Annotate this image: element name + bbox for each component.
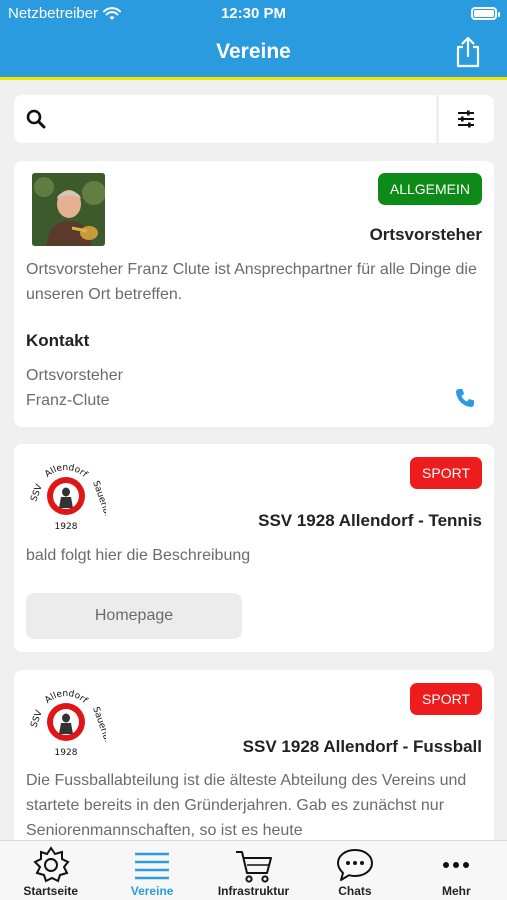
card-description: bald folgt hier die Beschreibung (26, 547, 251, 564)
homepage-button[interactable]: Homepage (26, 593, 242, 639)
card-description: Ortsvorsteher Franz Clute ist Ansprechpa… (26, 261, 477, 303)
tab-label: Infrastruktur (217, 884, 290, 898)
logo-text-bottom: 1928 (55, 748, 78, 758)
category-badge: ALLGEMEIN (377, 173, 482, 205)
category-badge: SPORT (410, 683, 482, 715)
tab-chats[interactable]: Chats (304, 841, 405, 900)
card-description: Die Fussballabteilung ist die älteste Ab… (26, 772, 467, 839)
chat-icon (336, 849, 373, 881)
page-title: Vereine (216, 40, 291, 63)
sliders-icon (458, 110, 474, 128)
clock: 12:30 PM (220, 5, 287, 22)
logo-text-left: SSV (29, 708, 45, 729)
more-icon (443, 862, 470, 868)
phone-icon[interactable] (454, 387, 476, 409)
club-logo: Allendorf SSV Sauerland 1928 (29, 689, 106, 758)
tab-startseite[interactable]: Startseite (0, 841, 101, 900)
tab-label: Chats (338, 884, 372, 898)
contact-name: Franz-Clute (26, 392, 110, 409)
logo-text-right: Sauerland (90, 480, 106, 526)
card-fussball[interactable]: Allendorf SSV Sauerland 1928 SPORT SSV 1… (14, 670, 494, 860)
card-title: SSV 1928 Allendorf - Fussball (242, 737, 482, 756)
tab-bar: Startseite Vereine Infrastruktur Chats M… (0, 840, 507, 900)
navigation-bar: Netzbetreiber 12:30 PM Vereine (0, 0, 507, 80)
tab-infrastruktur[interactable]: Infrastruktur (203, 841, 304, 900)
card-tennis[interactable]: Allendorf SSV Sauerland 1928 SPORT SSV 1… (14, 444, 494, 652)
tab-label: Mehr (441, 884, 471, 898)
tab-vereine[interactable]: Vereine (101, 841, 202, 900)
filter-button[interactable] (439, 95, 494, 143)
contact-role: Ortsvorsteher (26, 367, 123, 384)
tab-mehr[interactable]: Mehr (406, 841, 507, 900)
card-title: SSV 1928 Allendorf - Tennis (258, 511, 482, 530)
search-bar (14, 95, 436, 143)
logo-text-bottom: 1928 (55, 522, 78, 532)
tab-label: Vereine (130, 884, 174, 898)
profile-photo (32, 173, 105, 246)
status-bar: Netzbetreiber 12:30 PM (0, 0, 507, 28)
card-ortsvorsteher[interactable]: ALLGEMEIN Ortsvorsteher Ortsvorsteher Fr… (14, 161, 494, 427)
club-logo: Allendorf SSV Sauerland 1928 (29, 463, 106, 532)
gear-icon (33, 846, 70, 883)
logo-text-right: Sauerland (90, 706, 106, 752)
search-input[interactable] (58, 103, 428, 135)
card-title: Ortsvorsteher (369, 225, 482, 244)
cart-icon (235, 851, 272, 883)
search-icon (26, 109, 46, 129)
contact-heading: Kontakt (26, 331, 90, 350)
list-icon (135, 852, 170, 880)
battery-icon (471, 7, 500, 20)
share-icon[interactable] (453, 36, 483, 68)
logo-text-left: SSV (29, 482, 45, 503)
category-badge: SPORT (410, 457, 482, 489)
tab-label: Startseite (23, 884, 79, 898)
